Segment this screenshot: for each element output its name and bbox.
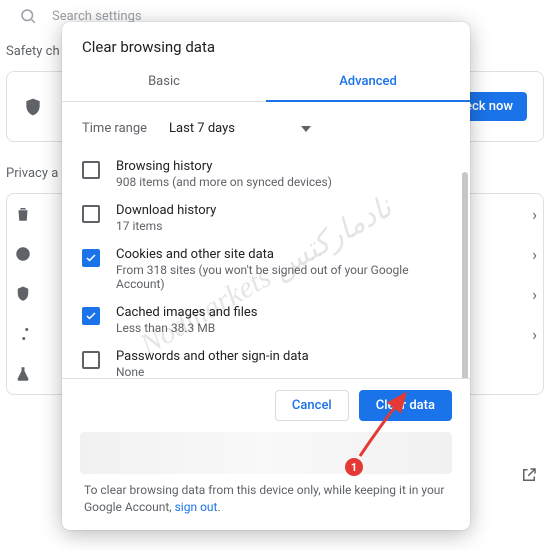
dialog-tabs: Basic Advanced bbox=[62, 64, 470, 102]
tune-icon bbox=[13, 324, 33, 344]
clear-item: Cached images and filesLess than 38.3 MB bbox=[82, 299, 450, 343]
scrollbar[interactable] bbox=[462, 172, 468, 378]
clear-item: Cookies and other site dataFrom 318 site… bbox=[82, 241, 450, 299]
dialog-title: Clear browsing data bbox=[62, 22, 470, 64]
tab-basic[interactable]: Basic bbox=[62, 64, 266, 101]
flask-icon bbox=[13, 364, 33, 384]
clear-item: Download history17 items bbox=[82, 197, 450, 241]
dropdown-arrow-icon bbox=[301, 126, 311, 132]
tab-advanced[interactable]: Advanced bbox=[266, 64, 470, 101]
annotation-step-badge: 1 bbox=[345, 458, 363, 476]
item-subtitle: 908 items (and more on synced devices) bbox=[116, 175, 332, 189]
item-subtitle: Less than 38.3 MB bbox=[116, 321, 257, 335]
clear-data-button[interactable]: Clear data bbox=[359, 390, 452, 421]
open-in-new-icon bbox=[520, 466, 538, 484]
clear-item: Passwords and other sign-in dataNone bbox=[82, 343, 450, 378]
item-subtitle: From 318 sites (you won't be signed out … bbox=[116, 263, 450, 291]
time-range-label: Time range bbox=[82, 121, 147, 136]
checkbox[interactable] bbox=[82, 351, 100, 369]
search-icon bbox=[18, 6, 38, 26]
item-title: Browsing history bbox=[116, 159, 332, 174]
cookie-icon bbox=[13, 244, 33, 264]
chevron-right-icon: › bbox=[532, 245, 537, 264]
shield-icon bbox=[23, 97, 43, 117]
redacted-block bbox=[80, 432, 452, 474]
sign-out-link[interactable]: sign out bbox=[175, 500, 218, 514]
trash-icon bbox=[13, 204, 33, 224]
chevron-right-icon: › bbox=[532, 285, 537, 304]
time-range-select[interactable]: Last 7 days bbox=[167, 116, 313, 141]
item-subtitle: 17 items bbox=[116, 219, 216, 233]
chevron-right-icon: › bbox=[532, 205, 537, 224]
item-title: Passwords and other sign-in data bbox=[116, 349, 309, 364]
item-subtitle: None bbox=[116, 365, 309, 378]
item-title: Download history bbox=[116, 203, 216, 218]
item-title: Cached images and files bbox=[116, 305, 257, 320]
security-icon bbox=[13, 284, 33, 304]
cancel-button[interactable]: Cancel bbox=[275, 390, 349, 421]
checkbox[interactable] bbox=[82, 205, 100, 223]
clear-browsing-data-dialog: Clear browsing data Basic Advanced Time … bbox=[62, 22, 470, 530]
checkbox[interactable] bbox=[82, 307, 100, 325]
chevron-right-icon: › bbox=[532, 325, 537, 344]
checkbox[interactable] bbox=[82, 249, 100, 267]
time-range-value: Last 7 days bbox=[169, 121, 235, 136]
checkbox[interactable] bbox=[82, 161, 100, 179]
clear-item: Browsing history908 items (and more on s… bbox=[82, 153, 450, 197]
item-title: Cookies and other site data bbox=[116, 247, 450, 262]
footer-note: To clear browsing data from this device … bbox=[62, 482, 470, 530]
